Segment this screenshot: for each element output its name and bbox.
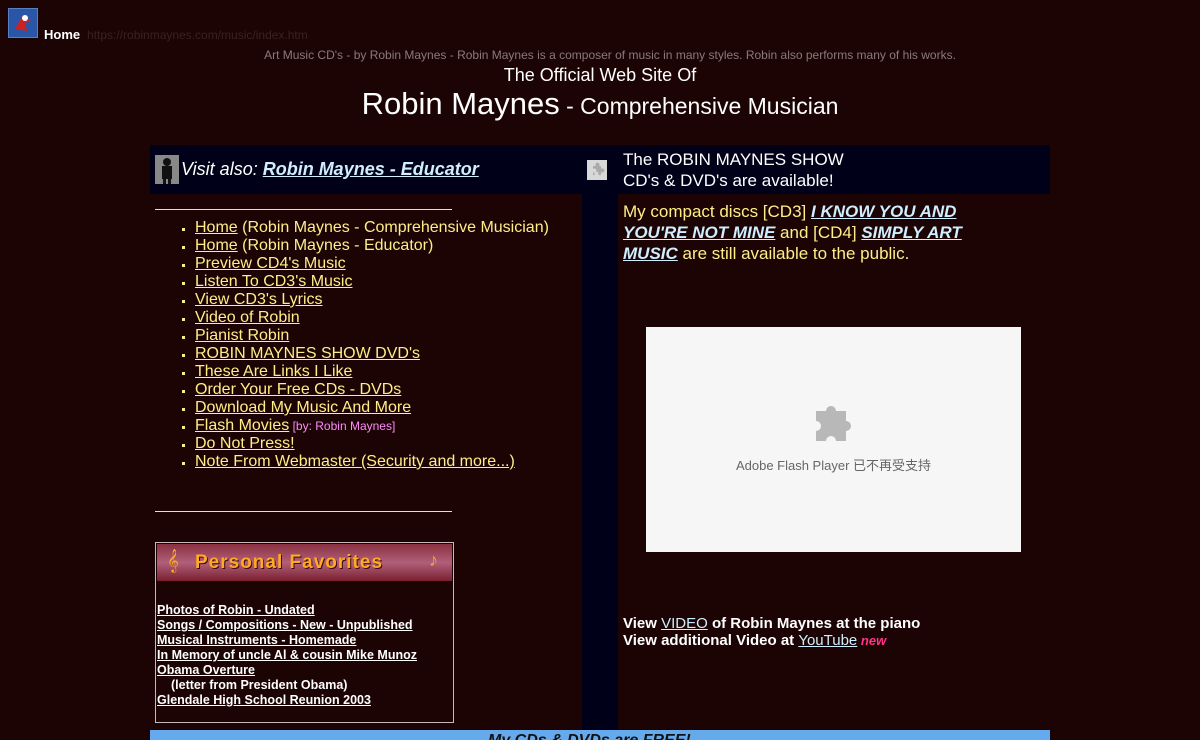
personal-favorites-box: 𝄞 Personal Favorites ♪ Photos of Robin -… [155, 542, 454, 723]
cd-availability-text: My compact discs [CD3] I KNOW YOU AND YO… [623, 201, 1003, 264]
page-title-name: Robin Maynes [361, 86, 560, 121]
educator-photo[interactable] [155, 155, 179, 184]
nav-item: Order Your Free CDs - DVDs [182, 381, 615, 399]
nav-item: Do Not Press! [182, 435, 615, 453]
flash-byline: [by: Robin Maynes] [289, 419, 396, 433]
nav-link-preview-cd4[interactable]: Preview CD4's Music [195, 255, 346, 272]
nav-item: ROBIN MAYNES SHOW DVD's [182, 345, 615, 363]
nav-link-pianist[interactable]: Pianist Robin [195, 327, 289, 344]
home-url-text: https://robinmaynes.com/music/index.htm [87, 28, 308, 42]
nav-item: View CD3's Lyrics [182, 291, 615, 309]
page-subtitle: - Comprehensive Musician [559, 93, 839, 119]
video-text-part: of Robin Maynes at the piano [707, 615, 921, 632]
page-title: Robin Maynes - Comprehensive Musician [0, 86, 1200, 122]
fav-link-photos[interactable]: Photos of Robin - Undated [157, 603, 417, 618]
nav-link-download[interactable]: Download My Music And More [195, 399, 411, 416]
flash-unsupported-message: Adobe Flash Player 已不再受支持 [735, 458, 932, 473]
home-logo-icon[interactable] [8, 8, 38, 38]
nav-link-listen-cd3[interactable]: Listen To CD3's Music [195, 273, 352, 290]
nav-item: Note From Webmaster (Security and more..… [182, 453, 615, 471]
nav-item: Home (Robin Maynes - Educator) [182, 237, 615, 255]
youtube-link[interactable]: YouTube [798, 632, 857, 649]
obama-letter-note: (letter from President Obama) [171, 678, 348, 692]
nav-link-video[interactable]: Video of Robin [195, 309, 300, 326]
educator-link[interactable]: Robin Maynes - Educator [263, 159, 479, 179]
cd-text-part: My compact discs [CD3] [623, 202, 811, 221]
divider-rule [155, 511, 452, 512]
nav-link-do-not-press[interactable]: Do Not Press! [195, 435, 295, 452]
bottom-banner: My CDs & DVDs are FREE! [150, 730, 1050, 740]
nav-link-order[interactable]: Order Your Free CDs - DVDs [195, 381, 401, 398]
nav-item: Pianist Robin [182, 327, 615, 345]
nav-link-home-musician[interactable]: Home [195, 219, 238, 236]
show-line2: CD's & DVD's are available! [623, 171, 834, 190]
music-note-icon: ♪ [429, 550, 438, 570]
show-line1: The ROBIN MAYNES SHOW [623, 150, 844, 169]
new-badge: new [857, 633, 887, 648]
video-text-part: View [623, 615, 662, 632]
nav-link-flash[interactable]: Flash Movies [195, 417, 289, 434]
nav-note: (Robin Maynes - Comprehensive Musician) [237, 219, 549, 236]
favorites-title: Personal Favorites [195, 552, 384, 573]
nav-list: Home (Robin Maynes - Comprehensive Music… [155, 219, 615, 471]
visit-also: Visit also: Robin Maynes - Educator [181, 159, 479, 180]
nav-item: Preview CD4's Music [182, 255, 615, 273]
bottom-banner-text: My CDs & DVDs are FREE! [488, 732, 691, 740]
nav-note: (Robin Maynes - Educator) [237, 237, 434, 254]
nav-link-cd3-lyrics[interactable]: View CD3's Lyrics [195, 291, 323, 308]
nav-item: These Are Links I Like [182, 363, 615, 381]
video-links: View VIDEO of Robin Maynes at the piano … [623, 615, 920, 649]
nav-item: Home (Robin Maynes - Comprehensive Music… [182, 219, 615, 237]
nav-link-links[interactable]: These Are Links I Like [195, 363, 352, 380]
fav-link-reunion[interactable]: Glendale High School Reunion 2003 [157, 693, 417, 708]
nav-item: Listen To CD3's Music [182, 273, 615, 291]
video-link[interactable]: VIDEO [661, 615, 708, 632]
show-announcement: The ROBIN MAYNES SHOW CD's & DVD's are av… [623, 149, 844, 191]
video-text-part: View additional Video at [623, 632, 799, 649]
nav-link-webmaster-note[interactable]: Note From Webmaster (Security and more..… [195, 453, 515, 470]
home-link[interactable]: Home [44, 27, 80, 42]
cd-text-part: are still available to the public. [677, 244, 910, 263]
nav-link-show-dvds[interactable]: ROBIN MAYNES SHOW DVD's [195, 345, 420, 362]
nav-item: Video of Robin [182, 309, 615, 327]
treble-clef-icon: 𝄞 [167, 550, 179, 572]
fav-link-instruments[interactable]: Musical Instruments - Homemade [157, 633, 417, 648]
fav-link-obama[interactable]: Obama Overture [157, 663, 417, 678]
nav-item: Download My Music And More [182, 399, 615, 417]
official-site-label: The Official Web Site Of [503, 65, 697, 85]
cd-text-part: and [CD4] [775, 223, 862, 242]
flash-player-placeholder: Adobe Flash Player 已不再受支持 [646, 327, 1021, 552]
divider-rule [155, 209, 452, 210]
favorites-banner: 𝄞 Personal Favorites ♪ [157, 544, 452, 581]
nav-item: Flash Movies [by: Robin Maynes] [182, 417, 615, 435]
plugin-placeholder-icon [587, 160, 607, 180]
puzzle-plugin-icon [816, 406, 851, 441]
favorites-links: Photos of Robin - Undated Songs / Compos… [157, 603, 417, 708]
fav-link-memory[interactable]: In Memory of uncle Al & cousin Mike Muno… [157, 648, 417, 663]
site-tagline: Art Music CD's - by Robin Maynes - Robin… [264, 48, 956, 62]
visit-also-prefix: Visit also: [181, 159, 263, 179]
fav-link-songs[interactable]: Songs / Compositions - New - Unpublished [157, 618, 417, 633]
nav-link-home-educator[interactable]: Home [195, 237, 238, 254]
